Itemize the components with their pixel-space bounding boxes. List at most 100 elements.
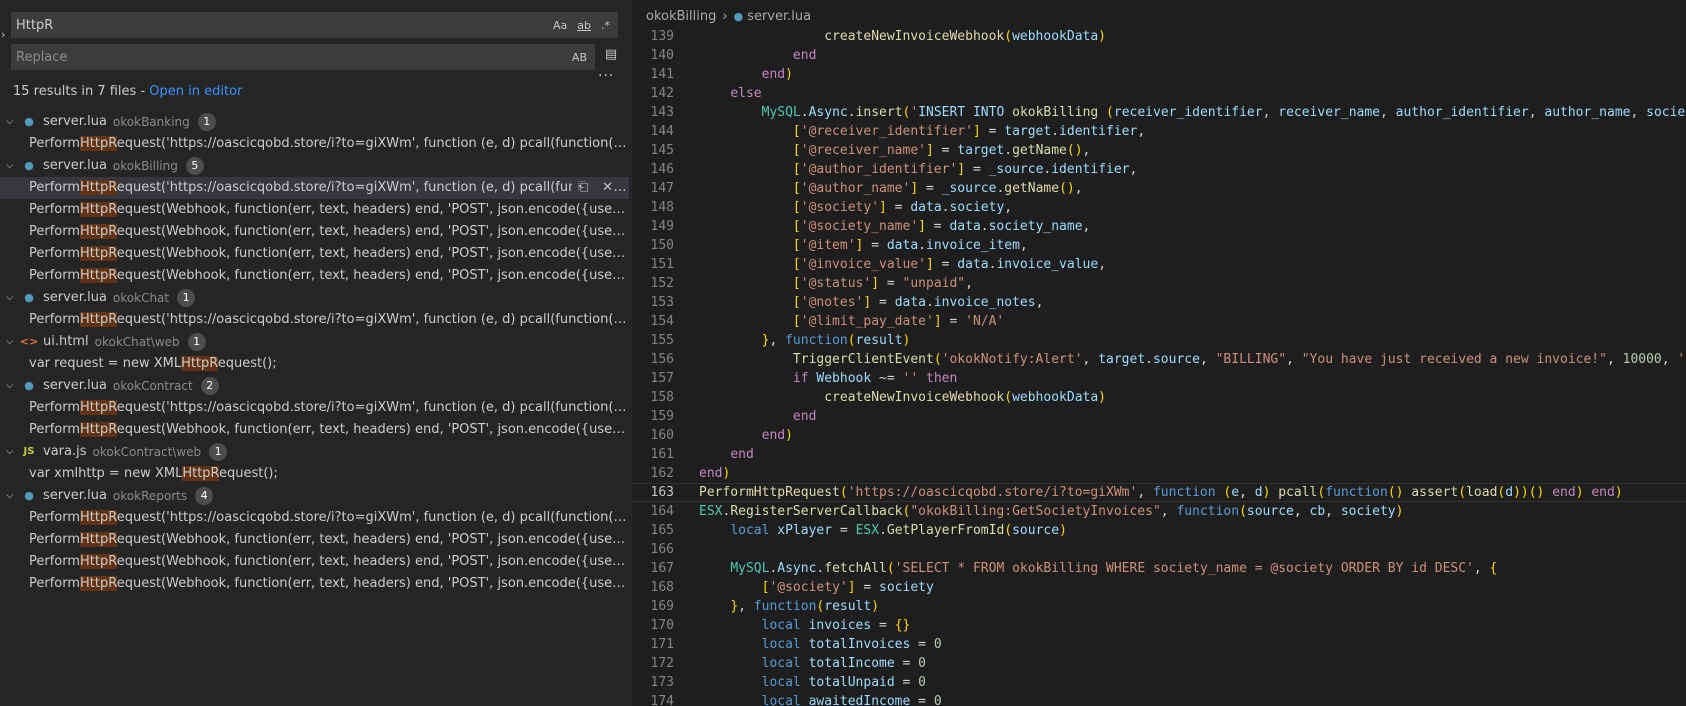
code-text[interactable]: ['@receiver_name'] = target.getName(), <box>699 143 1090 158</box>
code-line[interactable]: 154 ['@limit_pay_date'] = 'N/A' <box>632 312 1686 331</box>
code-text[interactable]: ['@invoice_value'] = data.invoice_value, <box>699 257 1106 272</box>
regex-icon[interactable]: .* <box>599 18 612 33</box>
chevron-down-icon[interactable]: ⌵ <box>6 287 20 309</box>
code-line[interactable]: 174 local awaitedIncome = 0 <box>632 692 1686 706</box>
code-text[interactable]: end <box>699 447 753 462</box>
result-match-row[interactable]: PerformHttpRequest(Webhook, function(err… <box>0 419 629 441</box>
result-file-row[interactable]: ⌵ ● server.lua okokReports 4 <box>0 485 630 507</box>
search-query[interactable]: HttpR <box>16 18 551 33</box>
code-line[interactable]: 163 PerformHttpRequest('https://oascicqob… <box>632 483 1686 502</box>
code-line[interactable]: 149 ['@society_name'] = data.society_nam… <box>632 217 1686 236</box>
code-text[interactable]: local invoices = {} <box>699 618 911 633</box>
code-line[interactable]: 153 ['@notes'] = data.invoice_notes, <box>632 293 1686 312</box>
chevron-down-icon[interactable]: ⌵ <box>6 485 20 507</box>
code-line[interactable]: 141 end) <box>632 65 1686 84</box>
result-match-row[interactable]: PerformHttpRequest(Webhook, function(err… <box>0 573 629 595</box>
result-file-row[interactable]: ⌵ ● server.lua okokBanking 1 <box>0 111 630 133</box>
code-text[interactable]: ESX.RegisterServerCallback("okokBilling:… <box>699 504 1403 519</box>
code-text[interactable]: ['@society'] = data.society, <box>699 200 1012 215</box>
code-line[interactable]: 173 local totalUnpaid = 0 <box>632 673 1686 692</box>
code-text[interactable]: }, function(result) <box>699 333 911 348</box>
result-file-row[interactable]: ⌵ ● server.lua okokBilling 5 <box>0 155 630 177</box>
code-line[interactable]: 144 ['@receiver_identifier'] = target.id… <box>632 122 1686 141</box>
code-text[interactable]: if Webhook ~= '' then <box>699 371 957 386</box>
code-text[interactable]: local totalIncome = 0 <box>699 656 926 671</box>
code-line[interactable]: 145 ['@receiver_name'] = target.getName(… <box>632 141 1686 160</box>
chevron-down-icon[interactable]: ⌵ <box>6 441 20 463</box>
code-text[interactable]: ['@society'] = society <box>699 580 934 595</box>
code-line[interactable]: 164 ESX.RegisterServerCallback("okokBilli… <box>632 502 1686 521</box>
code-text[interactable]: end) <box>699 466 730 481</box>
code-line[interactable]: 171 local totalInvoices = 0 <box>632 635 1686 654</box>
close-icon[interactable]: ✕ <box>602 177 613 199</box>
code-line[interactable]: 167 MySQL.Async.fetchAll('SELECT * FROM … <box>632 559 1686 578</box>
result-match-row[interactable]: PerformHttpRequest(Webhook, function(err… <box>0 199 629 221</box>
code-line[interactable]: 146 ['@author_identifier'] = _source.ide… <box>632 160 1686 179</box>
code-line[interactable]: 172 local totalIncome = 0 <box>632 654 1686 673</box>
code-line[interactable]: 156 TriggerClientEvent('okokNotify:Alert… <box>632 350 1686 369</box>
chevron-down-icon[interactable]: ⌵ <box>6 375 20 397</box>
result-match-row[interactable]: PerformHttpRequest(Webhook, function(err… <box>0 243 629 265</box>
code-text[interactable]: ['@status'] = "unpaid", <box>699 276 973 291</box>
search-input[interactable]: HttpR Aa ab .* <box>11 12 618 38</box>
whole-word-icon[interactable]: ab <box>575 18 593 33</box>
code-text[interactable]: MySQL.Async.fetchAll('SELECT * FROM okok… <box>699 561 1497 576</box>
code-line[interactable]: 150 ['@item'] = data.invoice_item, <box>632 236 1686 255</box>
match-case-icon[interactable]: Aa <box>551 18 569 33</box>
code-text[interactable]: ['@limit_pay_date'] = 'N/A' <box>699 314 1004 329</box>
code-text[interactable]: ['@item'] = data.invoice_item, <box>699 238 1028 253</box>
code-text[interactable]: else <box>699 86 761 101</box>
code-line[interactable]: 148 ['@society'] = data.society, <box>632 198 1686 217</box>
code-text[interactable]: createNewInvoiceWebhook(webhookData) <box>699 390 1106 405</box>
breadcrumb-file[interactable]: server.lua <box>747 9 811 24</box>
code-text[interactable]: TriggerClientEvent('okokNotify:Alert', t… <box>699 352 1686 367</box>
result-file-row[interactable]: ⌵ ● server.lua okokChat 1 <box>0 287 630 309</box>
code-line[interactable]: 139 createNewInvoiceWebhook(webhookData) <box>632 27 1686 46</box>
code-text[interactable]: end <box>699 48 816 63</box>
code-line[interactable]: 151 ['@invoice_value'] = data.invoice_va… <box>632 255 1686 274</box>
result-match-row[interactable]: PerformHttpRequest('https://oascicqobd.s… <box>0 507 629 529</box>
code-line[interactable]: 152 ['@status'] = "unpaid", <box>632 274 1686 293</box>
breadcrumb-folder[interactable]: okokBilling <box>646 9 716 24</box>
code-line[interactable]: 170 local invoices = {} <box>632 616 1686 635</box>
result-match-row[interactable]: PerformHttpRequest(Webhook, function(err… <box>0 551 629 573</box>
chevron-down-icon[interactable]: ⌵ <box>6 331 20 353</box>
code-line[interactable]: 162 end) <box>632 464 1686 483</box>
result-file-row[interactable]: ⌵ JS vara.js okokContract\web 1 <box>0 441 630 463</box>
chevron-down-icon[interactable]: ⌵ <box>6 155 20 177</box>
code-line[interactable]: 159 end <box>632 407 1686 426</box>
code-text[interactable]: ['@notes'] = data.invoice_notes, <box>699 295 1043 310</box>
code-text[interactable]: ['@receiver_identifier'] = target.identi… <box>699 124 1145 139</box>
code-text[interactable]: PerformHttpRequest('https://oascicqobd.s… <box>699 485 1623 500</box>
code-text[interactable]: MySQL.Async.insert('INSERT INTO okokBill… <box>699 105 1686 120</box>
code-line[interactable]: 158 createNewInvoiceWebhook(webhookData) <box>632 388 1686 407</box>
more-actions-icon[interactable]: ··· <box>598 68 614 84</box>
code-text[interactable]: }, function(result) <box>699 599 879 614</box>
chevron-down-icon[interactable]: ⌵ <box>6 111 20 133</box>
code-line[interactable]: 160 end) <box>632 426 1686 445</box>
code-line[interactable]: 169 }, function(result) <box>632 597 1686 616</box>
code-editor[interactable]: okokBilling › ● server.lua 139 createNewInv… <box>631 0 1686 706</box>
result-match-row[interactable]: PerformHttpRequest('https://oascicqobd.s… <box>0 133 629 155</box>
result-match-row[interactable]: PerformHttpRequest('https://oascicqobd.s… <box>0 397 629 419</box>
code-line[interactable]: 147 ['@author_name'] = _source.getName()… <box>632 179 1686 198</box>
result-match-row[interactable]: PerformHttpRequest(Webhook, function(err… <box>0 529 629 551</box>
result-match-row[interactable]: PerformHttpRequest(Webhook, function(err… <box>0 221 629 243</box>
code-text[interactable]: ['@society_name'] = data.society_name, <box>699 219 1090 234</box>
code-text[interactable]: ['@author_identifier'] = _source.identif… <box>699 162 1137 177</box>
code-line[interactable]: 157 if Webhook ~= '' then <box>632 369 1686 388</box>
replace-input[interactable]: Replace AB <box>11 44 595 70</box>
code-line[interactable]: 143 MySQL.Async.insert('INSERT INTO okok… <box>632 103 1686 122</box>
result-file-row[interactable]: ⌵ ● server.lua okokContract 2 <box>0 375 630 397</box>
code-text[interactable]: end) <box>699 67 793 82</box>
code-text[interactable]: local totalInvoices = 0 <box>699 637 942 652</box>
code-line[interactable]: 168 ['@society'] = society <box>632 578 1686 597</box>
code-text[interactable]: createNewInvoiceWebhook(webhookData) <box>699 29 1106 44</box>
code-text[interactable]: end <box>699 409 816 424</box>
code-text[interactable]: ['@author_name'] = _source.getName(), <box>699 181 1083 196</box>
result-file-row[interactable]: ⌵ <> ui.html okokChat\web 1 <box>0 331 630 353</box>
open-in-editor-link[interactable]: Open in editor <box>149 84 242 99</box>
code-line[interactable]: 142 else <box>632 84 1686 103</box>
code-text[interactable]: end) <box>699 428 793 443</box>
replace-icon[interactable]: ⎗ <box>578 177 588 199</box>
